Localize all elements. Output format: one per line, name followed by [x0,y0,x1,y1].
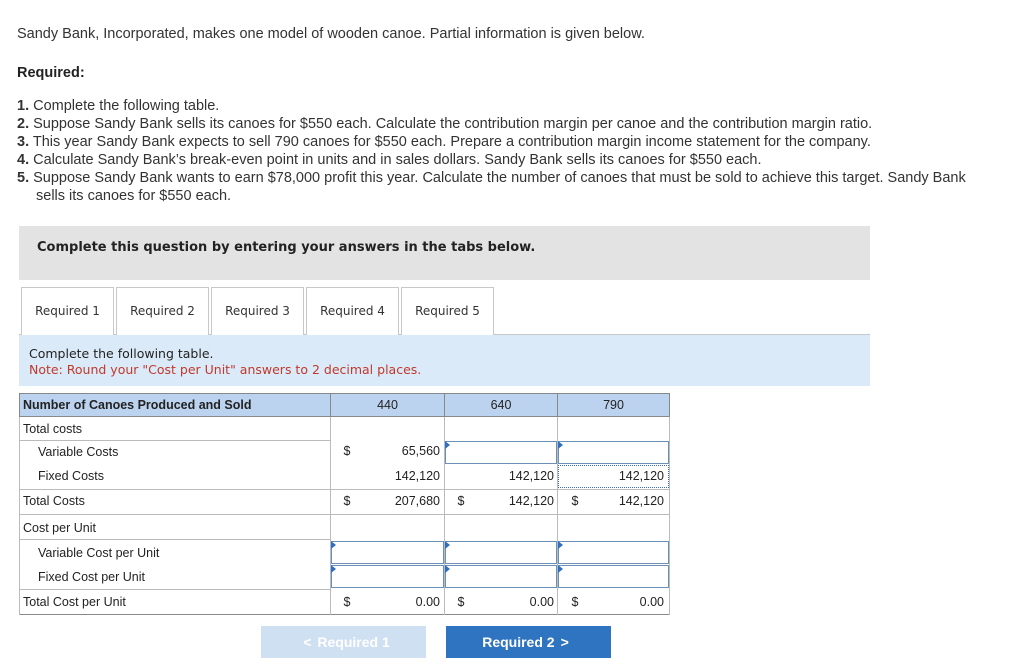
fixed-cost-per-unit-640-input[interactable] [445,565,557,588]
column-divider [669,417,670,615]
input-marker-icon [558,541,563,549]
fixed-cost-per-unit-label: Fixed Cost per Unit [38,570,145,584]
variable-cost-per-unit-640-input[interactable] [445,541,557,564]
tab-bar: Required 1 Required 2 Required 3 Require… [19,287,870,336]
variable-cost-per-unit-440-input[interactable] [331,541,444,564]
requirement-number: 5. [17,170,30,186]
instruction-line: Complete the following table. [29,346,214,361]
row-divider [19,514,670,515]
input-marker-icon [558,441,563,449]
input-marker-icon [558,565,563,573]
requirement-item: 5. Suppose Sandy Bank wants to earn $78,… [17,169,977,205]
total-costs-heading: Total costs [23,422,83,436]
chevron-right-icon: > [560,634,569,650]
fixed-costs-790[interactable]: 142,120 [579,469,664,483]
previous-button[interactable]: < Required 1 [261,626,426,658]
required-title: Required: [17,65,85,81]
requirement-number: 3. [17,134,30,150]
fixed-cost-per-unit-790-input[interactable] [558,565,669,588]
requirement-item: 1. Complete the following table. [17,97,977,115]
fixed-cost-per-unit-440-input[interactable] [331,565,444,588]
currency-symbol: $ [343,444,351,458]
tab-required-1[interactable]: Required 1 [21,287,114,336]
instruction-box: Complete the following table. Note: Roun… [19,335,870,386]
fixed-costs-640[interactable]: 142,120 [474,469,554,483]
input-marker-icon [331,541,336,549]
total-cost-per-unit-440: 0.00 [415,595,440,609]
requirement-item: 2. Suppose Sandy Bank sells its canoes f… [17,115,977,133]
requirement-text: Suppose Sandy Bank wants to earn $78,000… [33,170,966,204]
requirement-item: 3. This year Sandy Bank expects to sell … [17,133,977,151]
total-cost-per-unit-640: 0.00 [529,595,554,609]
cost-table: Number of Canoes Produced and Sold 440 6… [19,393,670,615]
next-button[interactable]: Required 2 > [446,626,611,658]
tab-required-3[interactable]: Required 3 [211,287,304,335]
total-costs-440: 207,680 [394,494,440,508]
currency-symbol: $ [343,494,351,508]
cost-per-unit-heading: Cost per Unit [23,521,96,535]
input-marker-icon [445,441,450,449]
fixed-costs-440[interactable]: 142,120 [359,469,440,483]
column-header-640: 640 [444,393,558,417]
row-divider [19,489,670,490]
variable-costs-label: Variable Costs [38,445,119,459]
variable-costs-790-input[interactable] [558,441,669,464]
requirement-number: 4. [17,152,30,168]
table-header-label: Number of Canoes Produced and Sold [19,393,331,417]
total-cost-per-unit-label: Total Cost per Unit [23,595,126,609]
input-marker-icon [445,565,450,573]
row-divider [19,614,670,615]
currency-symbol: $ [457,494,465,508]
next-button-label: Required 2 [482,634,555,650]
variable-cost-per-unit-label: Variable Cost per Unit [38,546,160,560]
tab-required-4[interactable]: Required 4 [306,287,399,335]
currency-symbol: $ [343,595,351,609]
column-header-790: 790 [557,393,670,417]
total-cost-per-unit-790: 0.00 [639,595,664,609]
requirement-text: This year Sandy Bank expects to sell 790… [32,134,871,150]
variable-cost-per-unit-790-input[interactable] [558,541,669,564]
requirement-number: 2. [17,116,30,132]
tab-required-2[interactable]: Required 2 [116,287,209,335]
variable-costs-640-input[interactable] [445,441,557,464]
requirement-item: 4. Calculate Sandy Bank’s break-even poi… [17,151,977,169]
requirement-number: 1. [17,98,30,114]
requirement-text: Calculate Sandy Bank’s break-even point … [33,152,762,168]
requirements-list: 1. Complete the following table. 2. Supp… [17,97,977,205]
total-costs-640: 142,120 [508,494,554,508]
requirement-text: Complete the following table. [33,98,220,114]
column-header-440: 440 [330,393,445,417]
total-costs-label: Total Costs [23,494,85,508]
rounding-note: Note: Round your "Cost per Unit" answers… [29,362,422,377]
row-divider [19,589,331,590]
fixed-costs-label: Fixed Costs [38,469,104,483]
tab-required-5[interactable]: Required 5 [401,287,494,335]
previous-button-label: Required 1 [317,634,390,650]
total-costs-790: 142,120 [618,494,664,508]
currency-symbol: $ [457,595,465,609]
requirement-text: Suppose Sandy Bank sells its canoes for … [33,116,873,132]
column-divider [19,417,20,615]
variable-costs-440[interactable]: 65,560 [359,444,440,458]
banner-text: Complete this question by entering your … [37,240,536,255]
instruction-banner: Complete this question by entering your … [19,226,870,280]
chevron-left-icon: < [303,634,312,650]
input-marker-icon [331,565,336,573]
intro-text: Sandy Bank, Incorporated, makes one mode… [17,26,645,42]
input-marker-icon [445,541,450,549]
row-divider [19,539,331,540]
